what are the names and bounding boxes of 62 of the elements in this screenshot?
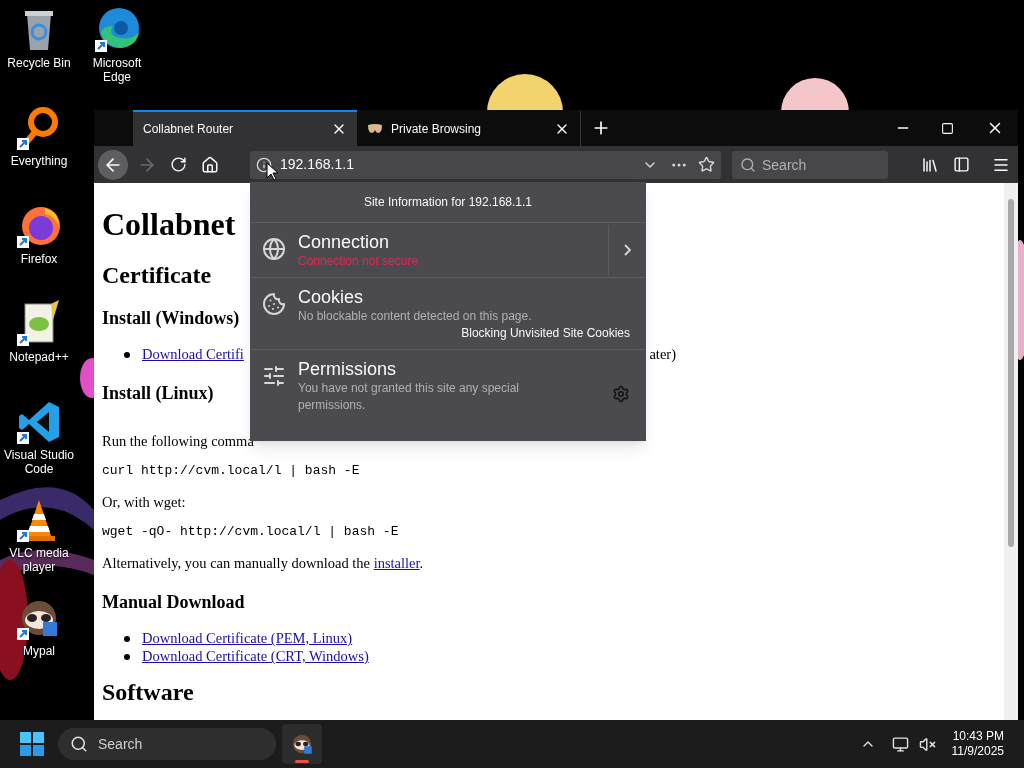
search-field[interactable]: Search <box>732 150 888 179</box>
subsection-heading: Manual Download <box>102 591 245 614</box>
swirl-icon <box>93 6 141 54</box>
popup-title: Site Information for 192.168.1.1 <box>363 194 533 211</box>
search-icon <box>740 156 756 173</box>
section-title: Cookies <box>298 286 364 308</box>
address-text: 192.168.1.1 <box>280 155 355 174</box>
monitor-icon[interactable] <box>891 735 909 753</box>
taskbar-search[interactable]: Search <box>58 728 276 760</box>
cookie-note: Blocking Unvisited Site Cookies <box>461 325 630 341</box>
desktop-shortcut[interactable]: Recycle Bin <box>0 0 78 96</box>
subsection-heading: Install (Linux) <box>102 382 214 405</box>
bullet-icon <box>124 352 130 358</box>
code-line: curl http://cvm.local/l | bash -E <box>102 462 360 480</box>
desktop-shortcut[interactable]: Firefox <box>0 196 78 292</box>
windows-icon[interactable] <box>20 732 44 756</box>
desktop-shortcut[interactable]: VLC media player <box>0 490 78 586</box>
star-icon[interactable] <box>698 156 715 173</box>
search-icon <box>70 735 88 753</box>
link-text: ater) <box>649 345 676 365</box>
subsection-heading: Install (Windows) <box>102 307 240 330</box>
desktop-shortcut[interactable]: Microsoft Edge <box>78 0 156 96</box>
bullet-icon <box>124 636 130 642</box>
bullet-icon <box>124 654 130 660</box>
desktop-shortcut[interactable]: Everything <box>0 98 78 194</box>
library-icon[interactable] <box>921 155 939 174</box>
home-icon[interactable] <box>201 155 219 174</box>
paragraph: Alternatively, you can manually download the installer. <box>102 554 424 573</box>
taskbar-app[interactable] <box>282 724 322 764</box>
section-description: No blockable content detected on this page. <box>298 308 533 325</box>
code-line: wget -qO- http://cvm.local/l | bash -E <box>102 523 399 541</box>
globe-icon <box>262 237 286 261</box>
sidebar-icon[interactable] <box>953 156 970 173</box>
section-title: Connection <box>298 231 390 253</box>
sliders-icon <box>262 364 286 388</box>
cursor-icon <box>266 162 278 181</box>
cookie-icon <box>262 292 286 316</box>
maximize-icon[interactable] <box>941 121 954 135</box>
address-bar[interactable]: 192.168.1.1 <box>250 150 721 179</box>
page-heading: Collabnet <box>102 205 236 243</box>
installer-link[interactable]: installer <box>373 555 420 571</box>
desktop-shortcut[interactable]: Mypal <box>0 588 78 684</box>
scrollbar[interactable] <box>1004 183 1018 720</box>
download-link[interactable]: Download Certifi <box>142 344 244 366</box>
clock-date: 11/9/2025 <box>951 744 1004 759</box>
paragraph: Or, with wget: <box>102 493 186 512</box>
desktop-shortcut[interactable]: Notepad++ <box>0 294 78 390</box>
desktop-shortcut[interactable]: Visual Studio Code <box>0 392 78 488</box>
clock-time: 10:43 PM <box>952 729 1004 744</box>
mask-icon <box>367 123 383 135</box>
reload-icon[interactable] <box>170 156 187 173</box>
section-description: You have not granted this site any special permissions. <box>298 380 521 414</box>
section-title: Permissions <box>298 358 397 380</box>
connection-status: Connection not secure <box>298 253 419 269</box>
back-button[interactable] <box>98 149 128 180</box>
section-heading: Certificate <box>102 261 212 289</box>
muted-speaker-icon[interactable] <box>918 735 936 753</box>
info-icon[interactable] <box>256 156 272 173</box>
chevron-icon <box>624 244 631 256</box>
paragraph: Run the following comma <box>102 432 254 451</box>
browser-tab[interactable]: Collabnet Router <box>133 110 357 146</box>
section-heading: Software <box>102 678 194 706</box>
